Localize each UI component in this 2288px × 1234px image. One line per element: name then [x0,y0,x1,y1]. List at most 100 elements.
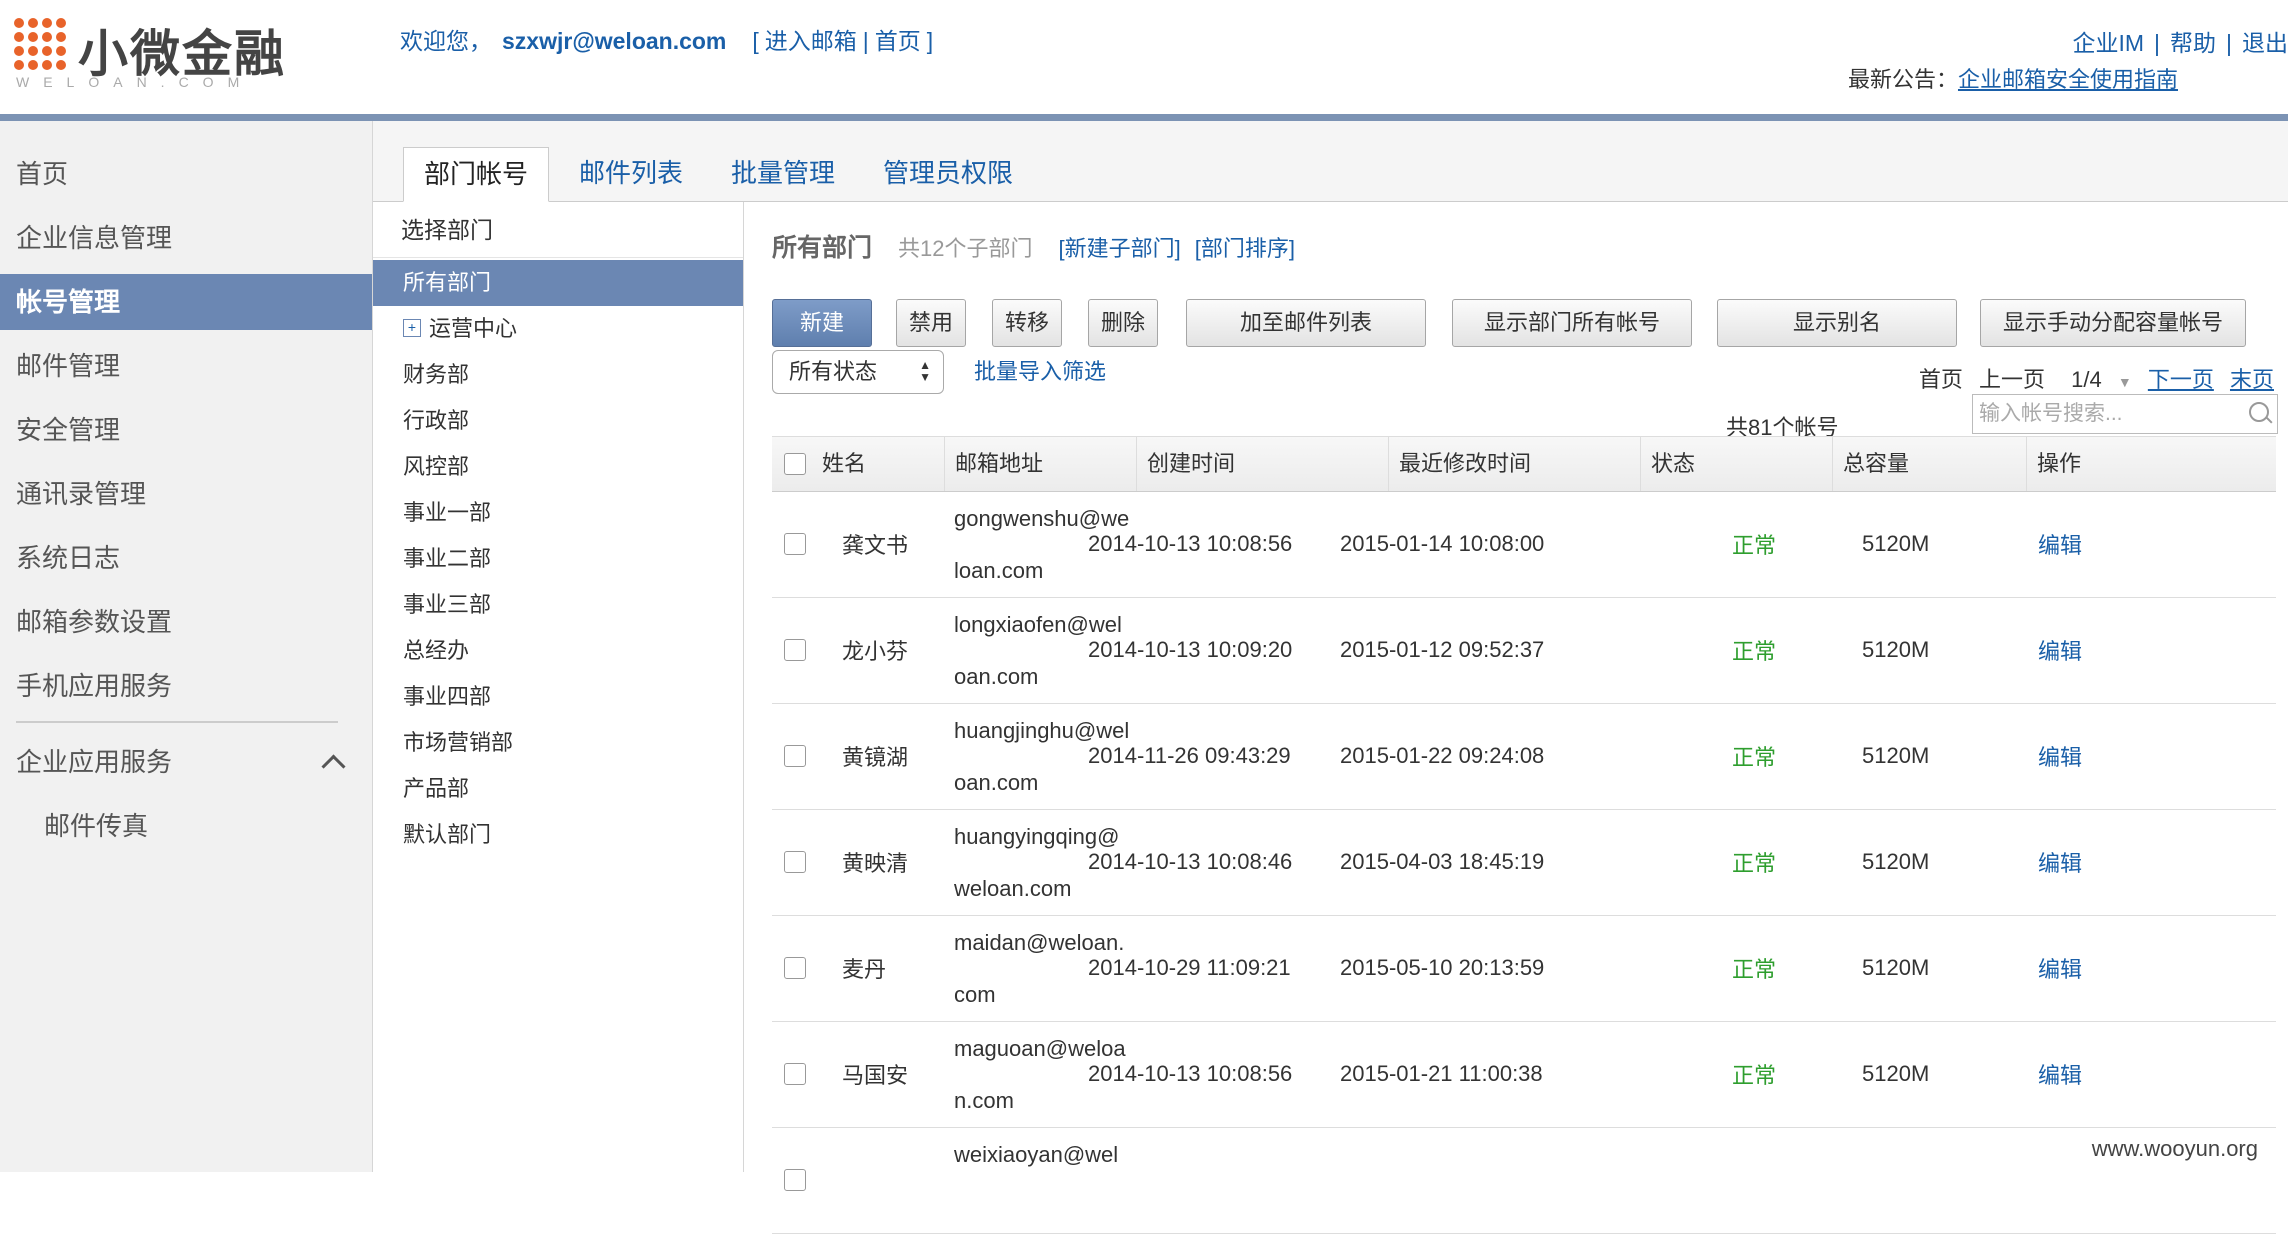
show-alias-button[interactable]: 显示别名 [1717,299,1957,347]
table-row[interactable]: 龚文书 gongwenshu@weloan.com 2014-10-13 10:… [772,491,2276,598]
column-header-quota[interactable]: 总容量 [1832,437,2026,491]
logo[interactable]: 小微金融 WELOAN.COM [14,16,294,92]
dept-item-operations[interactable]: + 运营中心 [373,306,743,352]
announcement-link[interactable]: 企业邮箱安全使用指南 [1958,67,2178,92]
header: 小微金融 WELOAN.COM 欢迎您， szxwjr@weloan.com[进入… [0,0,2288,114]
status-filter-select[interactable]: 所有状态 ▲ ▼ [772,350,944,394]
help-link[interactable]: 帮助 [2170,30,2216,56]
table-row[interactable]: 龙小芬 longxiaofen@weloan.com 2014-10-13 10… [772,597,2276,704]
column-header-email[interactable]: 邮箱地址 [944,437,1136,491]
tab-department-accounts[interactable]: 部门帐号 [403,147,550,202]
search-icon[interactable] [2249,402,2269,422]
sidebar-item-security[interactable]: 安全管理 [0,402,372,458]
announcement: 最新公告：企业邮箱安全使用指南 [1848,62,2178,94]
dept-item-admin[interactable]: 行政部 [373,398,743,444]
pager-page: 1/4 [2071,367,2102,392]
pager-next[interactable]: 下一页 [2148,367,2214,392]
sidebar-item-mailbox-settings[interactable]: 邮箱参数设置 [0,594,372,650]
column-header-created[interactable]: 创建时间 [1136,437,1388,491]
add-to-mail-list-button[interactable]: 加至邮件列表 [1186,299,1426,347]
cell-quota: 5120M [1862,743,1930,768]
pager-page-select[interactable]: 1/4 ▼ [2061,367,2132,392]
dept-item-default[interactable]: 默认部门 [373,812,743,858]
logo-dots-icon [14,18,68,72]
row-checkbox[interactable] [784,639,806,661]
dept-item-finance[interactable]: 财务部 [373,352,743,398]
row-checkbox[interactable] [784,1169,806,1191]
row-checkbox[interactable] [784,851,806,873]
tab-admin-permissions[interactable]: 管理员权限 [863,147,1033,201]
new-button[interactable]: 新建 [772,299,872,347]
cell-quota: 5120M [1862,531,1930,556]
sidebar-group-label: 企业应用服务 [16,747,173,777]
cell-actions: 编辑 [2028,1021,2178,1127]
dept-item-label: 运营中心 [429,316,518,341]
sidebar-group-enterprise-apps[interactable]: 企业应用服务 [0,734,372,790]
tab-mail-lists[interactable]: 邮件列表 [559,147,703,201]
sidebar-item-account-management[interactable]: 帐号管理 [0,274,372,330]
new-sub-department-link[interactable]: [新建子部门] [1059,236,1181,261]
home-link[interactable]: 首页 [875,28,921,54]
pager-last[interactable]: 末页 [2230,367,2274,392]
column-header-name[interactable]: 姓名 [812,437,944,491]
sidebar-item-mail-management[interactable]: 邮件管理 [0,338,372,394]
dropdown-arrow-icon: ▼ [2117,374,2132,390]
sidebar-item-contacts[interactable]: 通讯录管理 [0,466,372,522]
dept-item-gm-office[interactable]: 总经办 [373,628,743,674]
disable-button[interactable]: 禁用 [896,299,966,347]
pager-first[interactable]: 首页 [1919,367,1963,392]
logout-link[interactable]: 退出 [2242,30,2288,56]
cell-status: 正常 [1732,639,1777,664]
sidebar-item-enterprise-info[interactable]: 企业信息管理 [0,210,372,266]
dept-item-division-1[interactable]: 事业一部 [373,490,743,536]
select-all-checkbox[interactable] [784,453,806,475]
account-search-input[interactable] [1973,395,2231,433]
tab-batch-management[interactable]: 批量管理 [711,147,855,201]
enterprise-im-link[interactable]: 企业IM [2072,30,2144,56]
delete-button[interactable]: 删除 [1088,299,1158,347]
table-row[interactable]: 黄映清 huangyingqing@weloan.com 2014-10-13 … [772,809,2276,916]
column-header-modified[interactable]: 最近修改时间 [1388,437,1640,491]
dept-item-division-2[interactable]: 事业二部 [373,536,743,582]
edit-link[interactable]: 编辑 [2038,634,2082,666]
enter-mailbox-link[interactable]: 进入邮箱 [765,28,857,54]
table-row[interactable]: 黄镜湖 huangjinghu@weloan.com 2014-11-26 09… [772,703,2276,810]
column-header-status[interactable]: 状态 [1640,437,1832,491]
dept-item-all[interactable]: 所有部门 [373,260,743,306]
dept-item-product[interactable]: 产品部 [373,766,743,812]
table-row[interactable]: weixiaoyan@wel [772,1127,2276,1234]
sidebar-item-mobile-services[interactable]: 手机应用服务 [0,658,372,714]
move-button[interactable]: 转移 [992,299,1062,347]
dept-item-marketing[interactable]: 市场营销部 [373,720,743,766]
edit-link[interactable]: 编辑 [2038,528,2082,560]
batch-import-filter-link[interactable]: 批量导入筛选 [974,354,1106,386]
dept-item-risk[interactable]: 风控部 [373,444,743,490]
show-manual-quota-button[interactable]: 显示手动分配容量帐号 [1980,299,2246,347]
cell-actions: 编辑 [2028,491,2178,597]
row-checkbox[interactable] [784,533,806,555]
cell-name: 黄映清 [842,851,909,876]
department-panel-title: 选择部门 [373,202,743,258]
sidebar-item-mail-fax[interactable]: 邮件传真 [0,798,372,854]
cell-actions: 编辑 [2028,597,2178,703]
row-checkbox[interactable] [784,745,806,767]
edit-link[interactable]: 编辑 [2038,1058,2082,1090]
dept-item-division-4[interactable]: 事业四部 [373,674,743,720]
edit-link[interactable]: 编辑 [2038,846,2082,878]
department-sort-link[interactable]: [部门排序] [1195,236,1295,261]
edit-link[interactable]: 编辑 [2038,740,2082,772]
row-checkbox[interactable] [784,1063,806,1085]
table-row[interactable]: 马国安 maguoan@weloan.com 2014-10-13 10:08:… [772,1021,2276,1128]
cell-actions: 编辑 [2028,809,2178,915]
dept-item-division-3[interactable]: 事业三部 [373,582,743,628]
expand-icon[interactable]: + [403,319,421,338]
show-all-accounts-button[interactable]: 显示部门所有帐号 [1452,299,1692,347]
row-checkbox[interactable] [784,957,806,979]
cell-modified: 2015-05-10 20:13:59 [1340,955,1545,980]
pager-prev[interactable]: 上一页 [1979,367,2045,392]
sidebar-item-system-log[interactable]: 系统日志 [0,530,372,586]
table-row[interactable]: 麦丹 maidan@weloan.com 2014-10-29 11:09:21… [772,915,2276,1022]
edit-link[interactable]: 编辑 [2038,952,2082,984]
sidebar-divider [16,721,338,723]
sidebar-item-home[interactable]: 首页 [0,146,372,202]
